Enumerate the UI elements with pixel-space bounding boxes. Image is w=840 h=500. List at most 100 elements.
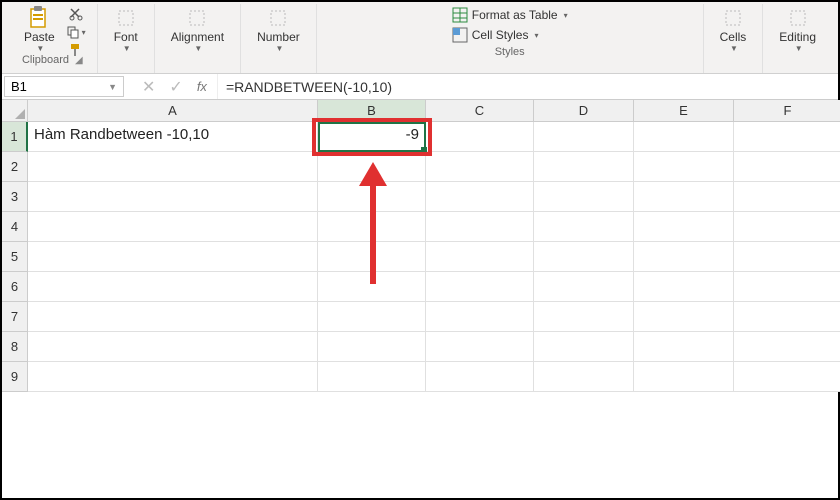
row-header-4[interactable]: 4 xyxy=(2,212,28,242)
font-label: Font xyxy=(114,30,138,44)
cell-b6[interactable] xyxy=(318,272,426,302)
cells-button[interactable]: Cells ▼ xyxy=(714,4,753,55)
cell-f2[interactable] xyxy=(734,152,840,182)
cell-f4[interactable] xyxy=(734,212,840,242)
cell-c8[interactable] xyxy=(426,332,534,362)
cut-button[interactable] xyxy=(65,6,87,22)
dialog-launcher-icon[interactable]: ◢ xyxy=(75,55,83,66)
cell-a3[interactable] xyxy=(28,182,318,212)
cell-c1[interactable] xyxy=(426,122,534,152)
cell-b1[interactable]: -9 xyxy=(318,122,426,152)
cell-f5[interactable] xyxy=(734,242,840,272)
editing-button[interactable]: Editing ▼ xyxy=(773,4,822,55)
cell-e2[interactable] xyxy=(634,152,734,182)
cell-f6[interactable] xyxy=(734,272,840,302)
cell-a8[interactable] xyxy=(28,332,318,362)
cell-a9[interactable] xyxy=(28,362,318,392)
cell-c9[interactable] xyxy=(426,362,534,392)
row-header-7[interactable]: 7 xyxy=(2,302,28,332)
cell-c2[interactable] xyxy=(426,152,534,182)
column-header-c[interactable]: C xyxy=(426,100,534,122)
row-header-6[interactable]: 6 xyxy=(2,272,28,302)
row-header-9[interactable]: 9 xyxy=(2,362,28,392)
cell-a5[interactable] xyxy=(28,242,318,272)
cell-b3[interactable] xyxy=(318,182,426,212)
column-header-d[interactable]: D xyxy=(534,100,634,122)
enter-icon[interactable]: ✓ xyxy=(169,77,182,97)
column-header-b[interactable]: B xyxy=(318,100,426,122)
cells-icon xyxy=(721,6,745,30)
row-header-3[interactable]: 3 xyxy=(2,182,28,212)
cell-c7[interactable] xyxy=(426,302,534,332)
font-icon xyxy=(114,6,138,30)
cell-b9[interactable] xyxy=(318,362,426,392)
cell-f7[interactable] xyxy=(734,302,840,332)
cell-area: Hàm Randbetween -10,10 -9 xyxy=(28,122,840,392)
cell-e8[interactable] xyxy=(634,332,734,362)
cell-d7[interactable] xyxy=(534,302,634,332)
fx-icon[interactable]: fx xyxy=(197,79,207,94)
cell-e3[interactable] xyxy=(634,182,734,212)
format-as-table-button[interactable]: Format as Table ▾ xyxy=(448,6,572,24)
select-all-corner[interactable] xyxy=(2,100,28,122)
name-box-value: B1 xyxy=(11,79,27,94)
cell-styles-label: Cell Styles xyxy=(472,28,529,42)
cell-c6[interactable] xyxy=(426,272,534,302)
cell-b5[interactable] xyxy=(318,242,426,272)
cell-styles-button[interactable]: Cell Styles ▾ xyxy=(448,26,572,44)
cancel-icon[interactable]: ✕ xyxy=(142,77,155,97)
row-header-2[interactable]: 2 xyxy=(2,152,28,182)
cell-e4[interactable] xyxy=(634,212,734,242)
cell-d2[interactable] xyxy=(534,152,634,182)
chevron-down-icon: ▼ xyxy=(123,44,131,53)
table-icon xyxy=(452,7,468,23)
cell-d4[interactable] xyxy=(534,212,634,242)
cell-e6[interactable] xyxy=(634,272,734,302)
cell-b2[interactable] xyxy=(318,152,426,182)
cell-d8[interactable] xyxy=(534,332,634,362)
cell-b4[interactable] xyxy=(318,212,426,242)
cell-b7[interactable] xyxy=(318,302,426,332)
editing-label: Editing xyxy=(779,30,816,44)
cell-d9[interactable] xyxy=(534,362,634,392)
cell-f1[interactable] xyxy=(734,122,840,152)
cells-label: Cells xyxy=(720,30,747,44)
cell-styles-icon xyxy=(452,27,468,43)
row-header-5[interactable]: 5 xyxy=(2,242,28,272)
chevron-down-icon: ▾ xyxy=(534,31,538,40)
cell-f8[interactable] xyxy=(734,332,840,362)
formula-input[interactable]: =RANDBETWEEN(-10,10) xyxy=(217,74,838,99)
cell-e1[interactable] xyxy=(634,122,734,152)
column-header-a[interactable]: A xyxy=(28,100,318,122)
cell-d1[interactable] xyxy=(534,122,634,152)
cell-f9[interactable] xyxy=(734,362,840,392)
cell-a7[interactable] xyxy=(28,302,318,332)
column-header-f[interactable]: F xyxy=(734,100,840,122)
cell-a2[interactable] xyxy=(28,152,318,182)
copy-button[interactable]: ▾ xyxy=(65,24,87,40)
cell-e7[interactable] xyxy=(634,302,734,332)
alignment-button[interactable]: Alignment ▼ xyxy=(165,4,230,55)
cell-c3[interactable] xyxy=(426,182,534,212)
cell-d6[interactable] xyxy=(534,272,634,302)
styles-group-label: Styles xyxy=(495,46,525,58)
name-box[interactable]: B1 ▼ xyxy=(4,76,124,97)
number-button[interactable]: Number ▼ xyxy=(251,4,306,55)
cell-c5[interactable] xyxy=(426,242,534,272)
font-button[interactable]: Font ▼ xyxy=(108,4,144,55)
cell-e5[interactable] xyxy=(634,242,734,272)
row-header-1[interactable]: 1 xyxy=(2,122,28,152)
row-header-8[interactable]: 8 xyxy=(2,332,28,362)
cell-d3[interactable] xyxy=(534,182,634,212)
cell-a4[interactable] xyxy=(28,212,318,242)
cell-d5[interactable] xyxy=(534,242,634,272)
cell-a1[interactable]: Hàm Randbetween -10,10 xyxy=(28,122,318,152)
paste-button[interactable]: Paste ▼ xyxy=(18,4,61,55)
cell-f3[interactable] xyxy=(734,182,840,212)
cell-c4[interactable] xyxy=(426,212,534,242)
column-header-e[interactable]: E xyxy=(634,100,734,122)
alignment-icon xyxy=(185,6,209,30)
cell-b8[interactable] xyxy=(318,332,426,362)
cell-a6[interactable] xyxy=(28,272,318,302)
cell-e9[interactable] xyxy=(634,362,734,392)
